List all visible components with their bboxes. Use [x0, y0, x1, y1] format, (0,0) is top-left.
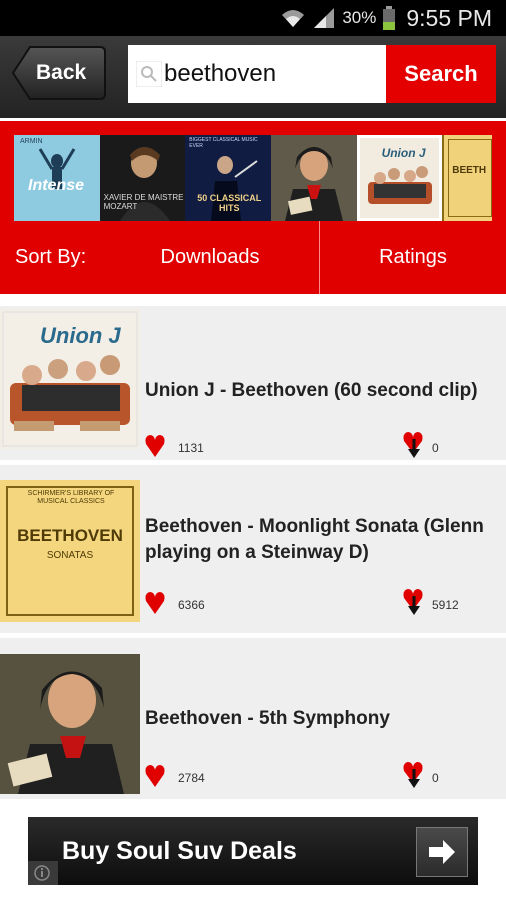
wifi-icon [282, 10, 305, 27]
like-count: 1131 [178, 441, 204, 455]
heart-icon[interactable] [145, 589, 165, 615]
dislike-count: 5912 [432, 598, 459, 612]
cover-label: Intense [28, 177, 85, 194]
cover-label: Union J [381, 146, 426, 160]
search-icon [136, 61, 162, 87]
ad-banner[interactable]: Buy Soul Suv Deals [28, 817, 478, 885]
dislike-icon[interactable] [403, 761, 425, 789]
classical-hits-cover[interactable]: BIGGEST CLASSICAL MUSIC EVER 50 CLASSICA… [185, 135, 271, 221]
ad-text: Buy Soul Suv Deals [62, 837, 297, 865]
cover-label: ARMIN [20, 138, 43, 145]
heart-icon[interactable] [145, 762, 165, 788]
search-button[interactable]: Search [386, 45, 496, 103]
sort-downloads-button[interactable]: Downloads [120, 221, 300, 294]
cover-label: XAVIER DE MAISTRE MOZART [103, 193, 184, 211]
beethoven-portrait-cover[interactable] [270, 135, 357, 221]
ad-arrow-button[interactable] [416, 827, 468, 877]
battery-percent: 30% [342, 8, 377, 27]
xavier-mozart-cover[interactable]: XAVIER DE MAISTRE MOZART [99, 135, 186, 221]
clock: 9:55 PM [406, 4, 492, 31]
result-thumbnail [0, 654, 140, 794]
result-title: Beethoven - Moonlight Sonata (Glenn play… [145, 516, 484, 563]
sort-ratings-button[interactable]: Ratings [320, 221, 506, 294]
featured-header: ARMIN Intense XAVIER DE MAISTRE MOZART B… [0, 121, 506, 294]
list-item[interactable]: SCHIRMER'S LIBRARY OF MUSICAL CLASSICS B… [0, 465, 506, 638]
back-button[interactable]: Back [12, 46, 106, 100]
thumbnail-label: SONATAS [46, 550, 94, 561]
results-list: Union J Union J - Beethoven (60 second c… [0, 294, 506, 804]
list-item[interactable]: Union J Union J - Beethoven (60 second c… [0, 306, 506, 465]
thumbnail-label: SCHIRMER'S LIBRARY OF MUSICAL CLASSICS [27, 490, 115, 505]
sort-bar: Sort By: Downloads Ratings [0, 221, 506, 294]
like-count: 6366 [178, 598, 205, 612]
cover-label: BEETH [452, 165, 487, 176]
thumbnail-label: BEETHOVEN [17, 526, 123, 545]
dislike-count: 0 [432, 441, 439, 455]
intense-cover[interactable]: ARMIN Intense [14, 135, 100, 221]
result-thumbnail: SCHIRMER'S LIBRARY OF MUSICAL CLASSICS B… [0, 480, 140, 622]
thumbnail-label: Union J [40, 323, 121, 348]
battery-icon [383, 6, 396, 30]
dislike-count: 0 [432, 771, 439, 785]
search-input[interactable] [164, 45, 382, 103]
back-button-label: Back [36, 61, 87, 84]
union-j-cover[interactable]: Union J [356, 135, 443, 221]
cover-label: 50 CLASSICAL HITS [197, 193, 262, 213]
toolbar: Back Search [0, 36, 506, 118]
signal-icon [314, 8, 335, 28]
result-thumbnail: Union J [0, 309, 140, 449]
info-icon [34, 865, 50, 881]
result-title: Union J - Beethoven (60 second clip) [145, 380, 478, 401]
sort-label: Sort By: [15, 246, 87, 268]
search-box [128, 45, 386, 103]
dislike-icon[interactable] [403, 431, 425, 459]
arrow-right-icon [429, 840, 455, 864]
heart-icon[interactable] [145, 432, 165, 458]
status-bar: 30% 9:55 PM [0, 0, 506, 36]
beethoven-sonatas-cover[interactable]: BEETH [442, 135, 493, 221]
list-item[interactable]: Beethoven - 5th Symphony 2784 0 [0, 638, 506, 804]
like-count: 2784 [178, 771, 205, 785]
album-carousel[interactable]: ARMIN Intense XAVIER DE MAISTRE MOZART B… [14, 135, 493, 221]
ad-info-button[interactable] [28, 861, 58, 885]
result-title: Beethoven - 5th Symphony [145, 708, 390, 729]
dislike-icon[interactable] [403, 588, 425, 616]
cover-label: BIGGEST CLASSICAL MUSIC EVER [189, 137, 258, 149]
